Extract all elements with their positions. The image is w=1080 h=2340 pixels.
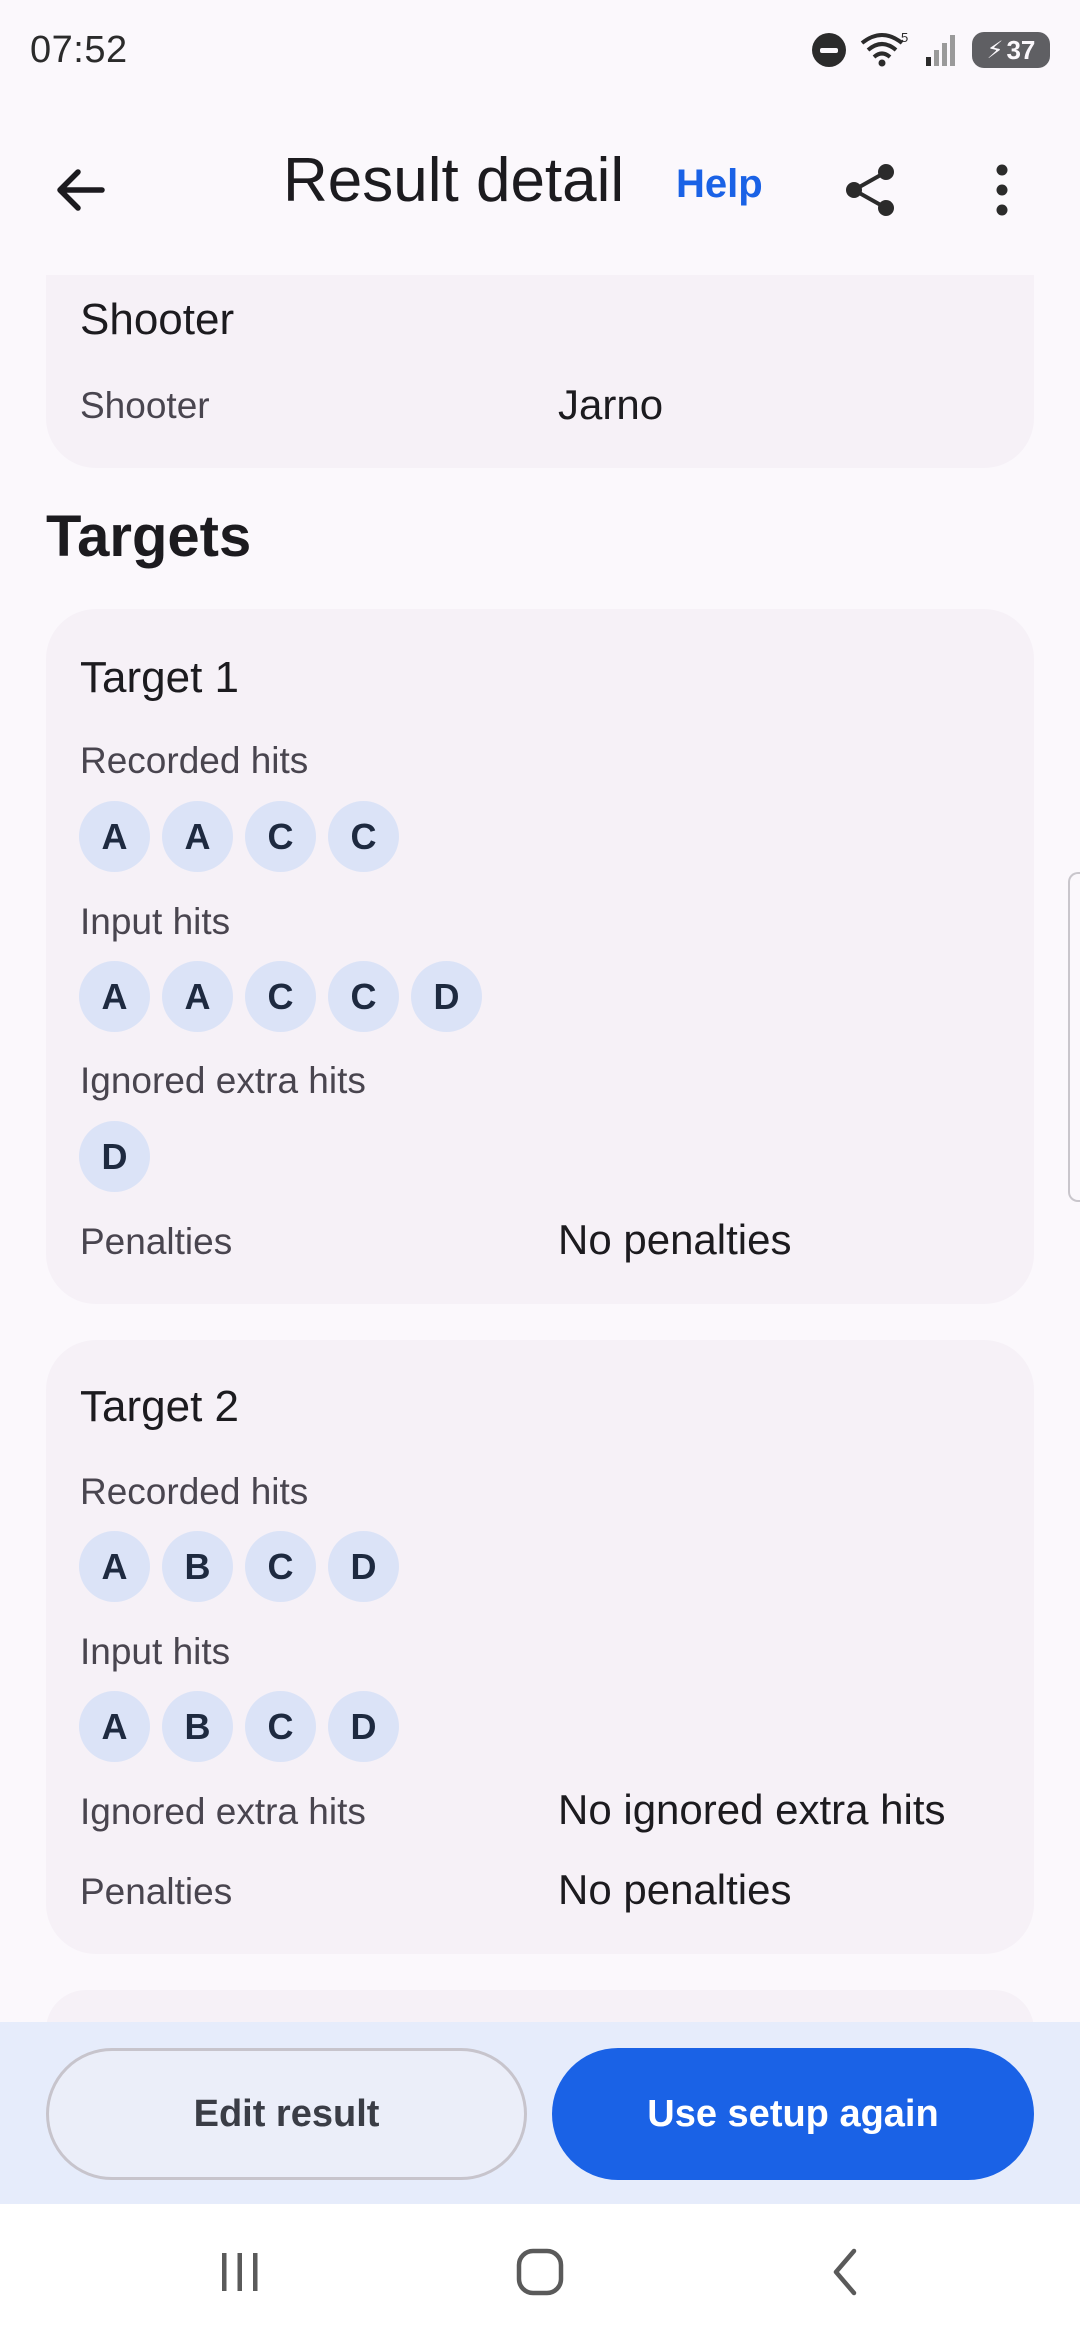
recorded-hits-label: Recorded hits — [80, 740, 309, 781]
help-button[interactable]: Help — [676, 162, 763, 207]
wifi-badge: 5 — [901, 31, 908, 45]
hit-chip: A — [79, 1691, 150, 1762]
hit-chip: D — [328, 1691, 399, 1762]
penalties-value: No penalties — [558, 1866, 792, 1913]
system-nav-bar — [0, 2204, 1080, 2340]
status-time: 07:52 — [30, 28, 128, 71]
hit-chip: D — [411, 961, 482, 1032]
input-hits-list: A A C C D — [79, 961, 482, 1032]
hit-chip: C — [245, 1531, 316, 1602]
battery-indicator: ⚡ 37 — [972, 32, 1050, 68]
recorded-hits-label: Recorded hits — [80, 1471, 309, 1512]
hit-chip: C — [245, 1691, 316, 1762]
hit-chip: B — [162, 1691, 233, 1762]
hit-chip: D — [79, 1121, 150, 1192]
hit-chip: A — [79, 961, 150, 1032]
input-hits-list: A B C D — [79, 1691, 399, 1762]
use-setup-again-button[interactable]: Use setup again — [552, 2048, 1034, 2180]
recorded-hits-list: A A C C — [79, 801, 399, 872]
share-button[interactable] — [830, 150, 910, 230]
hit-chip: A — [79, 1531, 150, 1602]
hit-chip: A — [162, 961, 233, 1032]
ignored-hits-list: D — [79, 1121, 150, 1192]
share-icon — [846, 164, 894, 216]
penalties-label: Penalties — [80, 1221, 233, 1262]
home-icon — [516, 2248, 564, 2296]
do-not-disturb-icon — [812, 33, 846, 67]
chevron-left-icon — [833, 2248, 857, 2296]
target-title: Target 2 — [80, 1382, 239, 1431]
shooter-value: Jarno — [558, 381, 664, 428]
more-vert-icon — [996, 164, 1008, 216]
hit-chip: A — [162, 801, 233, 872]
page-title: Result detail — [283, 146, 625, 215]
hit-chip: D — [328, 1531, 399, 1602]
wifi-icon: 5 — [860, 31, 908, 67]
hit-chip: B — [162, 1531, 233, 1602]
recent-apps-icon — [222, 2253, 258, 2291]
signal-icon — [926, 35, 955, 66]
system-back-button[interactable] — [795, 2234, 895, 2310]
home-button[interactable] — [490, 2234, 590, 2310]
target-card: Target 1 Recorded hits A A C C Input hit… — [46, 609, 1034, 1304]
hit-chip: C — [328, 801, 399, 872]
hit-chip: C — [328, 961, 399, 1032]
ignored-hits-label: Ignored extra hits — [80, 1791, 366, 1832]
bottom-action-bar: Edit result Use setup again — [0, 2022, 1080, 2204]
status-icons: 5 ⚡ 37 — [812, 31, 1050, 69]
hit-chip: C — [245, 961, 316, 1032]
target-card: Target 2 Recorded hits A B C D Input hit… — [46, 1340, 1034, 1954]
recorded-hits-list: A B C D — [79, 1531, 399, 1602]
charging-icon: ⚡ — [986, 36, 1004, 64]
shooter-label: Shooter — [80, 385, 210, 426]
battery-level: 37 — [1006, 34, 1036, 65]
input-hits-label: Input hits — [80, 1631, 231, 1672]
hit-chip: A — [79, 801, 150, 872]
shooter-card: Shooter Shooter Jarno — [46, 275, 1034, 468]
penalties-value: No penalties — [558, 1216, 792, 1263]
more-options-button[interactable] — [962, 150, 1042, 230]
ignored-hits-label: Ignored extra hits — [80, 1060, 366, 1101]
app-bar: Result detail Help — [0, 110, 1080, 260]
target-title: Target 1 — [80, 653, 239, 702]
section-title-targets: Targets — [46, 504, 252, 569]
arrow-back-icon — [57, 169, 105, 211]
status-bar: 07:52 5 ⚡ 37 — [0, 0, 1080, 100]
input-hits-label: Input hits — [80, 901, 231, 942]
scrollbar[interactable] — [1068, 872, 1080, 1202]
back-button[interactable] — [40, 150, 120, 230]
ignored-hits-value: No ignored extra hits — [558, 1786, 946, 1833]
edit-result-button[interactable]: Edit result — [46, 2048, 527, 2180]
penalties-label: Penalties — [80, 1871, 233, 1912]
hit-chip: C — [245, 801, 316, 872]
card-title: Shooter — [80, 295, 235, 344]
recent-apps-button[interactable] — [190, 2234, 290, 2310]
